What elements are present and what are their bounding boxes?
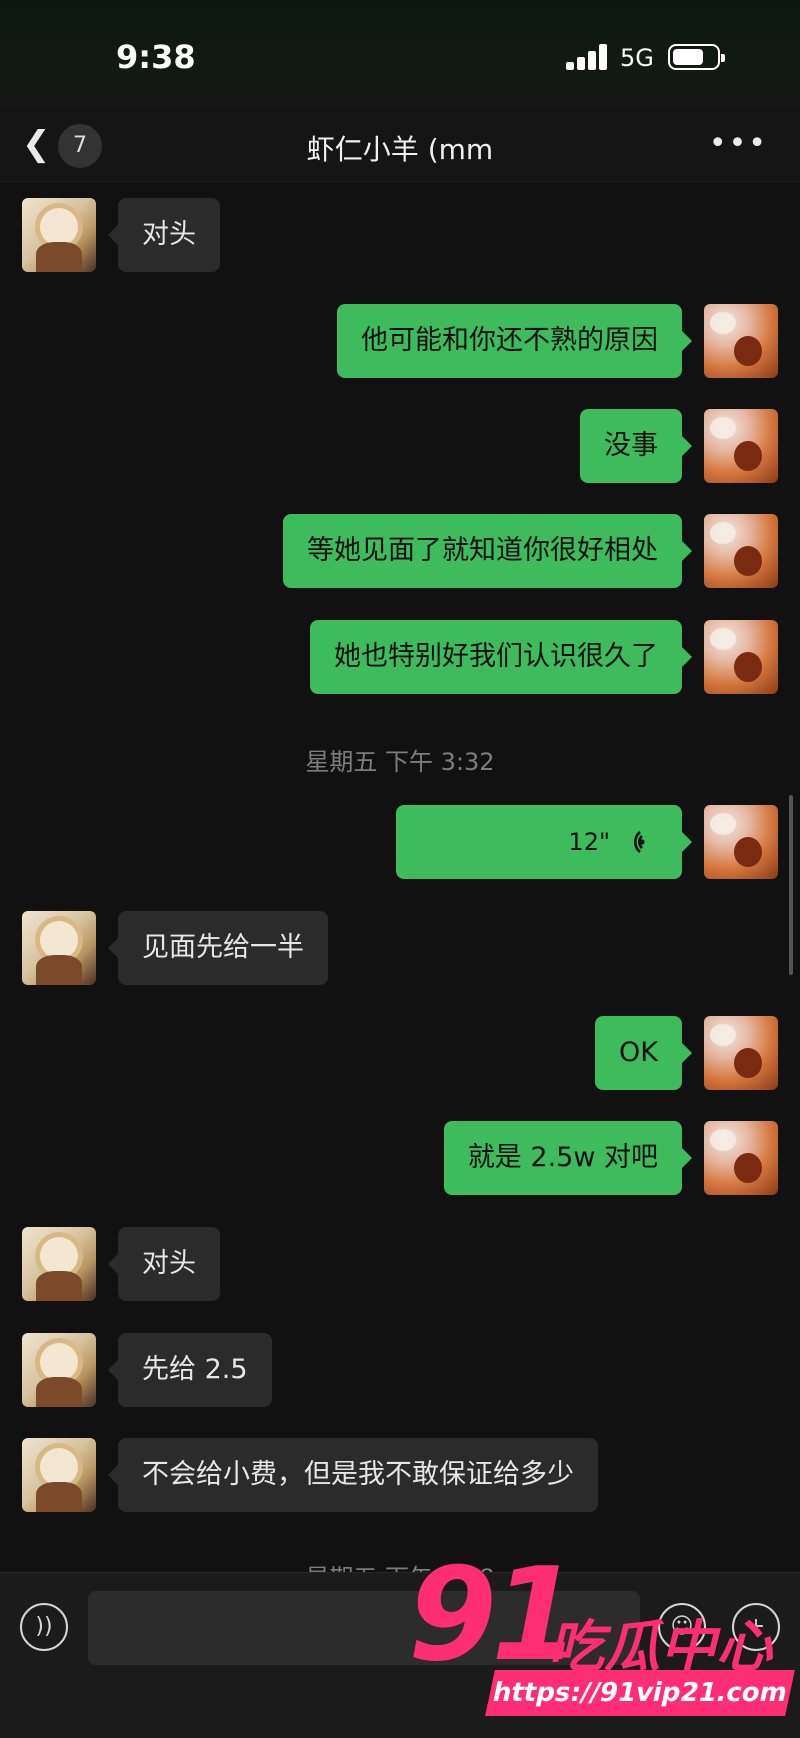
more-dots-icon[interactable]: ••• — [709, 126, 768, 161]
incoming-message[interactable]: 对头 — [108, 198, 220, 272]
self-avatar[interactable] — [704, 1016, 778, 1090]
chat-header: ❮ 7 虾仁小羊 (mm ••• — [0, 110, 800, 182]
self-avatar[interactable] — [704, 620, 778, 694]
incoming-message[interactable]: 对头 — [108, 1227, 220, 1301]
self-avatar[interactable] — [704, 409, 778, 483]
contact-avatar[interactable] — [22, 1333, 96, 1407]
outgoing-message[interactable]: 没事 — [580, 409, 692, 483]
message-timestamp: 星期五 下午 3:32 — [305, 748, 495, 776]
self-avatar[interactable] — [704, 514, 778, 588]
signal-icon — [566, 44, 610, 70]
status-bar: 9:38 5G — [0, 0, 800, 110]
battery-icon — [668, 44, 725, 70]
contact-avatar[interactable] — [22, 198, 96, 272]
incoming-message[interactable]: 先给 2.5 — [108, 1333, 272, 1407]
contact-avatar[interactable] — [22, 911, 96, 985]
network-type: 5G — [620, 44, 654, 72]
watermark-url: https://91vip21.com — [485, 1670, 795, 1716]
outgoing-message[interactable]: OK — [595, 1016, 692, 1090]
chat-title: 虾仁小羊 (mm — [306, 133, 494, 166]
self-avatar[interactable] — [704, 304, 778, 378]
outgoing-message[interactable]: 等她见面了就知道你很好相处 — [283, 514, 692, 588]
scrollbar[interactable] — [789, 795, 793, 975]
voice-input-icon[interactable]: )) — [20, 1603, 68, 1651]
contact-avatar[interactable] — [22, 1227, 96, 1301]
outgoing-message[interactable]: 他可能和你还不熟的原因 — [337, 304, 692, 378]
self-avatar[interactable] — [704, 805, 778, 879]
voice-wave-icon — [634, 831, 645, 853]
self-avatar[interactable] — [704, 1121, 778, 1195]
watermark-logo: 91 吃瓜中心 https://91vip21.com — [400, 1552, 795, 1732]
voice-duration: 12" — [568, 828, 610, 856]
outgoing-message[interactable]: 就是 2.5w 对吧 — [443, 1121, 693, 1195]
incoming-message[interactable]: 不会给小费，但是我不敢保证给多少 — [108, 1438, 598, 1512]
contact-avatar[interactable] — [22, 1438, 96, 1512]
incoming-message[interactable]: 见面先给一半 — [108, 911, 328, 985]
voice-message[interactable]: 12" — [396, 805, 692, 879]
status-time: 9:38 — [116, 38, 196, 76]
outgoing-message[interactable]: 她也特别好我们认识很久了 — [310, 620, 692, 694]
